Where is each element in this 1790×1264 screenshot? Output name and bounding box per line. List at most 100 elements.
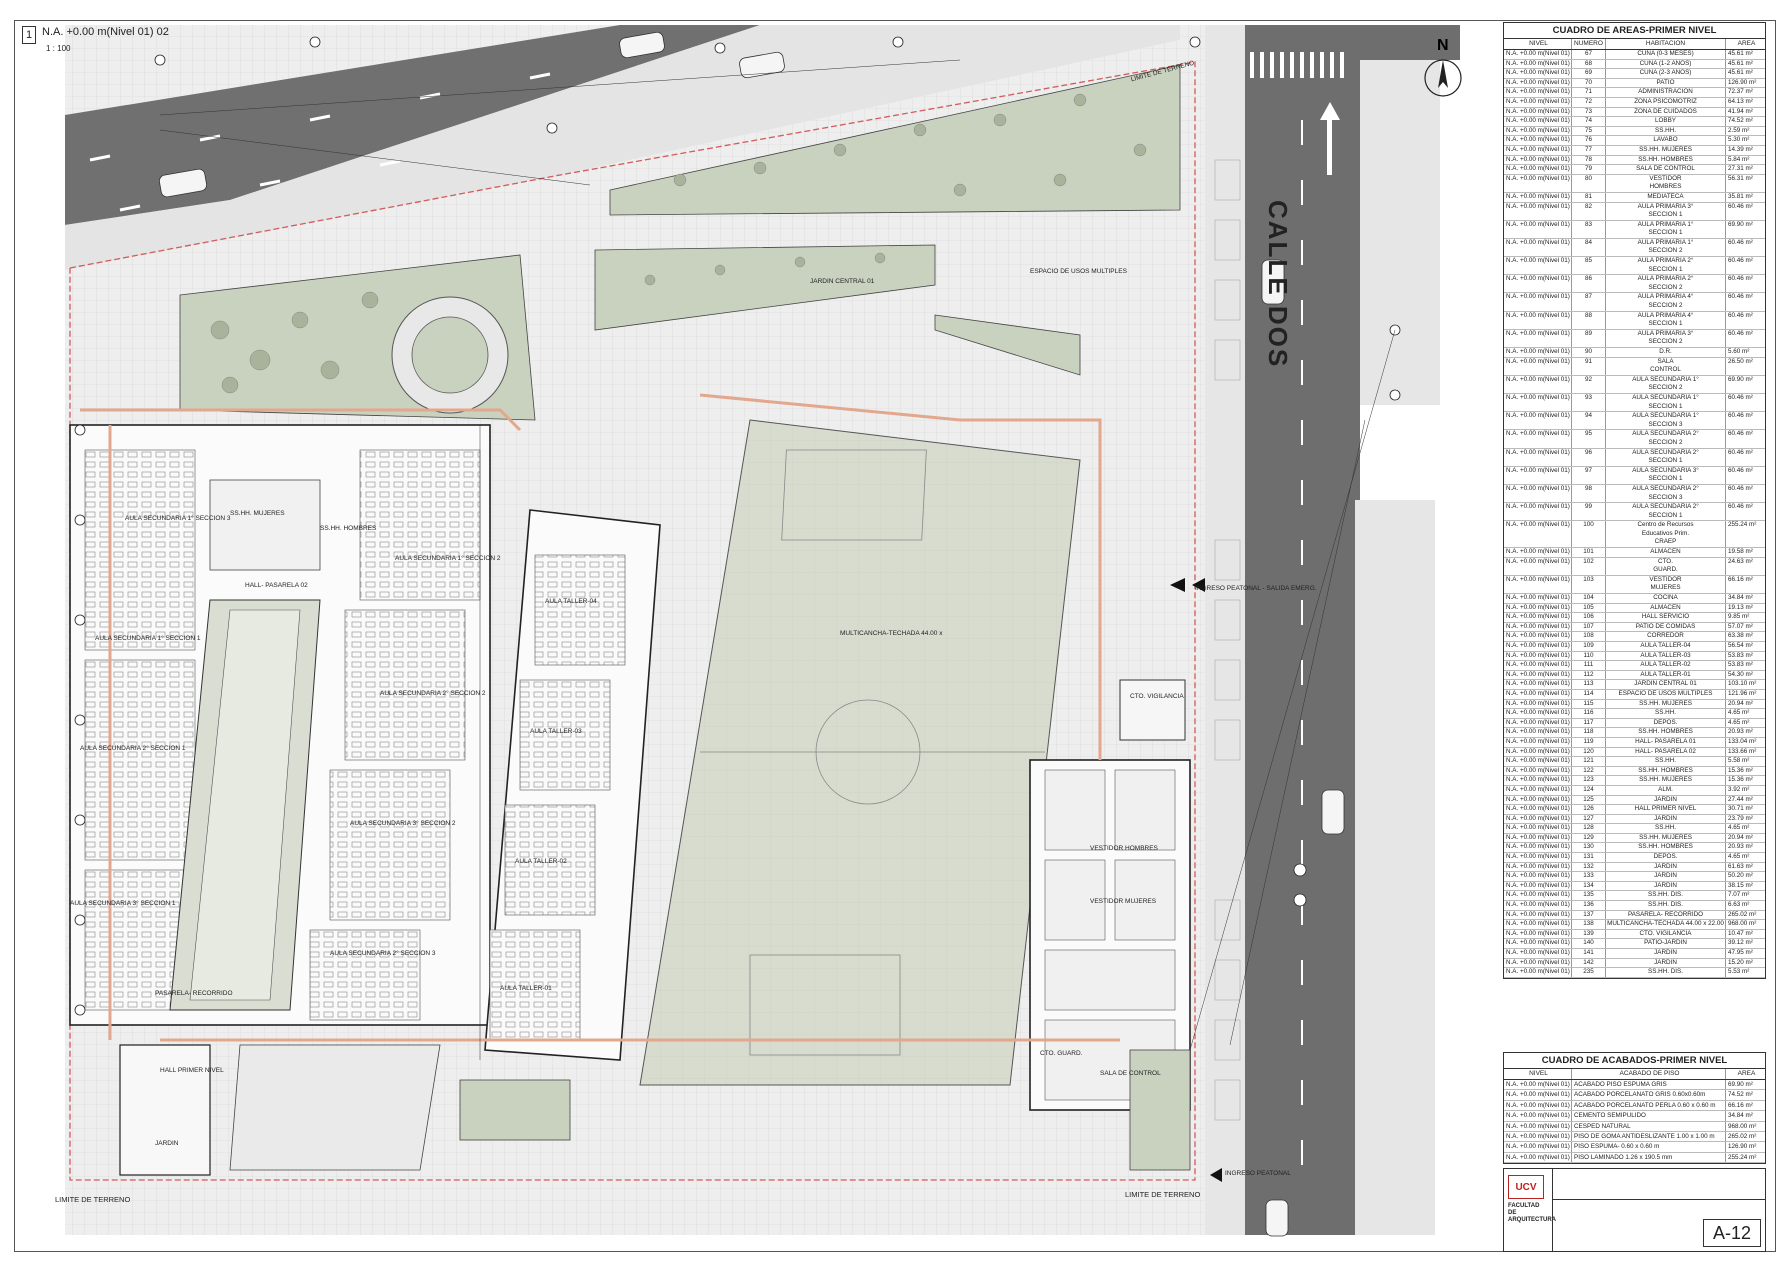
area-room: SS.HH. (1606, 126, 1726, 136)
areas-table-row: N.A. +0.00 m(Nivel 01) 102 CTO. GUARD. 24.6… (1504, 557, 1765, 576)
areas-table-row: N.A. +0.00 m(Nivel 01) 94 AULA SECUNDARIA … (1504, 412, 1765, 431)
label-aula-sec-2-2: AULA SECUNDARIA 2° SECCION 2 (380, 690, 486, 697)
area-room: ALMACEN (1606, 603, 1726, 613)
area-number: 72 (1572, 97, 1606, 107)
areas-table-row: N.A. +0.00 m(Nivel 01) 134 JARDIN 38.15 m² (1504, 881, 1765, 892)
area-value: 27.44 m² (1728, 795, 1753, 803)
area-value: 5.84 m² (1728, 155, 1750, 163)
view-number: 1 (22, 26, 36, 44)
areas-table-row: N.A. +0.00 m(Nivel 01) 78 SS.HH. HOMBRES 5.… (1504, 155, 1765, 166)
area-value: 54.30 m² (1728, 670, 1753, 678)
area-room: DEPOS. (1606, 853, 1726, 862)
areas-table-title: CUADRO DE AREAS-PRIMER NIVEL (1504, 23, 1765, 39)
area-number: 127 (1572, 814, 1606, 824)
finish-area: 255.24 m² (1728, 1153, 1757, 1161)
area-number: 117 (1572, 718, 1606, 728)
areas-table-row: N.A. +0.00 m(Nivel 01) 131 DEPOS. 4.65 m² (1504, 853, 1765, 863)
area-room: HALL- PASARELA 01 (1606, 737, 1726, 747)
area-number: 101 (1572, 548, 1606, 557)
area-level: N.A. +0.00 m(Nivel 01) (1504, 853, 1572, 862)
area-room: SS.HH. DIS. (1606, 968, 1726, 977)
area-level: N.A. +0.00 m(Nivel 01) (1504, 805, 1572, 814)
area-value: 23.79 m² (1728, 814, 1753, 822)
areas-table-row: N.A. +0.00 m(Nivel 01) 97 AULA SECUNDARIA … (1504, 466, 1765, 485)
areas-table-row: N.A. +0.00 m(Nivel 01) 86 AULA PRIMARIA 2°… (1504, 275, 1765, 294)
areas-table-row: N.A. +0.00 m(Nivel 01) 140 PATIO-JARDIN 39.… (1504, 939, 1765, 950)
label-aula-taller-03: AULA TALLER-03 (530, 728, 582, 735)
finishes-table-row: N.A. +0.00 m(Nivel 01) ACABADO PISO ESPUM… (1504, 1080, 1765, 1091)
finishes-table-row: N.A. +0.00 m(Nivel 01) CESPED NATURAL 968.… (1504, 1121, 1765, 1132)
area-level: N.A. +0.00 m(Nivel 01) (1504, 737, 1572, 747)
areas-table-row: N.A. +0.00 m(Nivel 01) 126 HALL PRIMER NIV… (1504, 805, 1765, 815)
area-room: JARDIN (1606, 814, 1726, 824)
north-label: N (1437, 37, 1449, 54)
area-room: AULA SECUNDARIA 1° SECCION 1 (1606, 393, 1726, 412)
area-level: N.A. +0.00 m(Nivel 01) (1504, 862, 1572, 872)
area-room: AULA PRIMARIA 1° SECCION 2 (1606, 238, 1726, 257)
faculty-label: FACULTAD DE ARQUITECTURA (1508, 1203, 1556, 1223)
area-room: HALL- PASARELA 02 (1606, 747, 1726, 757)
area-room: AULA PRIMARIA 3° SECCION 1 (1606, 202, 1726, 220)
area-value: 53.83 m² (1728, 651, 1753, 659)
area-room: AULA PRIMARIA 3° SECCION 2 (1606, 329, 1726, 347)
areas-table-row: N.A. +0.00 m(Nivel 01) 77 SS.HH. MUJERES 14… (1504, 145, 1765, 156)
label-aula-sec-3: AULA SECUNDARIA 2° SECCION 3 (330, 950, 436, 957)
areas-table-row: N.A. +0.00 m(Nivel 01) 85 AULA PRIMARIA 2°… (1504, 257, 1765, 276)
area-room: PATIO (1606, 78, 1726, 88)
finishes-header-finish: ACABADO DE PISO (1572, 1069, 1726, 1079)
areas-table-row: N.A. +0.00 m(Nivel 01) 72 ZONA PSICOMOTRIZ… (1504, 97, 1765, 108)
area-room: AULA PRIMARIA 2° SECCION 2 (1606, 275, 1726, 293)
area-value: 2.59 m² (1728, 126, 1750, 134)
areas-table-row: N.A. +0.00 m(Nivel 01) 135 SS.HH. DIS. 7.07… (1504, 891, 1765, 902)
area-room: AULA PRIMARIA 2° SECCION 1 (1606, 257, 1726, 275)
sheet-number: A-12 (1703, 1219, 1761, 1247)
area-level: N.A. +0.00 m(Nivel 01) (1504, 833, 1572, 843)
area-level: N.A. +0.00 m(Nivel 01) (1504, 59, 1572, 69)
area-level: N.A. +0.00 m(Nivel 01) (1504, 548, 1572, 557)
finish-level: N.A. +0.00 m(Nivel 01) (1504, 1152, 1572, 1163)
area-level: N.A. +0.00 m(Nivel 01) (1504, 881, 1572, 891)
area-room: SS.HH. MUJERES (1606, 145, 1726, 155)
area-level: N.A. +0.00 m(Nivel 01) (1504, 575, 1572, 594)
area-level: N.A. +0.00 m(Nivel 01) (1504, 766, 1572, 776)
label-cto-guard: CTO. GUARD. (1040, 1050, 1083, 1057)
area-level: N.A. +0.00 m(Nivel 01) (1504, 466, 1572, 484)
area-level: N.A. +0.00 m(Nivel 01) (1504, 776, 1572, 785)
area-room: JARDIN CENTRAL 01 (1606, 680, 1726, 689)
area-value: 7.07 m² (1728, 891, 1750, 899)
area-value: 60.46 m² (1728, 466, 1753, 474)
areas-table-row: N.A. +0.00 m(Nivel 01) 111 AULA TALLER-02 5… (1504, 661, 1765, 671)
area-number: 123 (1572, 776, 1606, 785)
area-level: N.A. +0.00 m(Nivel 01) (1504, 357, 1572, 375)
area-value: 15.36 m² (1728, 766, 1753, 774)
areas-table-row: N.A. +0.00 m(Nivel 01) 116 SS.HH. 4.65 m² (1504, 709, 1765, 719)
label-pasarela-recorrido: PASARELA- RECORRIDO (155, 990, 233, 997)
areas-table-row: N.A. +0.00 m(Nivel 01) 115 SS.HH. MUJERES 2… (1504, 699, 1765, 710)
label-sala-control: SALA DE CONTROL (1100, 1070, 1161, 1077)
label-multicancha: MULTICANCHA-TECHADA 44.00 x (840, 630, 943, 637)
area-value: 27.31 m² (1728, 165, 1753, 173)
area-value: 30.71 m² (1728, 805, 1753, 813)
finishes-table-header: NIVEL ACABADO DE PISO AREA (1504, 1069, 1765, 1080)
area-level: N.A. +0.00 m(Nivel 01) (1504, 329, 1572, 347)
finishes-table-row: N.A. +0.00 m(Nivel 01) CEMENTO SEMIPULIDO… (1504, 1111, 1765, 1122)
area-room: LOBBY (1606, 117, 1726, 126)
area-level: N.A. +0.00 m(Nivel 01) (1504, 117, 1572, 126)
area-level: N.A. +0.00 m(Nivel 01) (1504, 594, 1572, 603)
area-number: 114 (1572, 689, 1606, 699)
area-value: 5.60 m² (1728, 348, 1750, 355)
area-number: 110 (1572, 651, 1606, 661)
area-level: N.A. +0.00 m(Nivel 01) (1504, 448, 1572, 466)
area-room: JARDIN (1606, 881, 1726, 891)
area-value: 63.38 m² (1728, 632, 1753, 640)
finishes-table-row: N.A. +0.00 m(Nivel 01) PISO LAMINADO 1.26… (1504, 1152, 1765, 1164)
area-value: 56.54 m² (1728, 642, 1753, 650)
area-number: 138 (1572, 920, 1606, 929)
area-level: N.A. +0.00 m(Nivel 01) (1504, 311, 1572, 329)
area-value: 5.58 m² (1728, 757, 1750, 765)
areas-table-row: N.A. +0.00 m(Nivel 01) 80 VESTIDOR HOMBRES… (1504, 174, 1765, 193)
finish-level: N.A. +0.00 m(Nivel 01) (1504, 1121, 1572, 1131)
areas-table-row: N.A. +0.00 m(Nivel 01) 88 AULA PRIMARIA 4°… (1504, 311, 1765, 330)
area-room: AULA SECUNDARIA 3° SECCION 1 (1606, 466, 1726, 484)
area-value: 6.63 m² (1728, 901, 1750, 909)
